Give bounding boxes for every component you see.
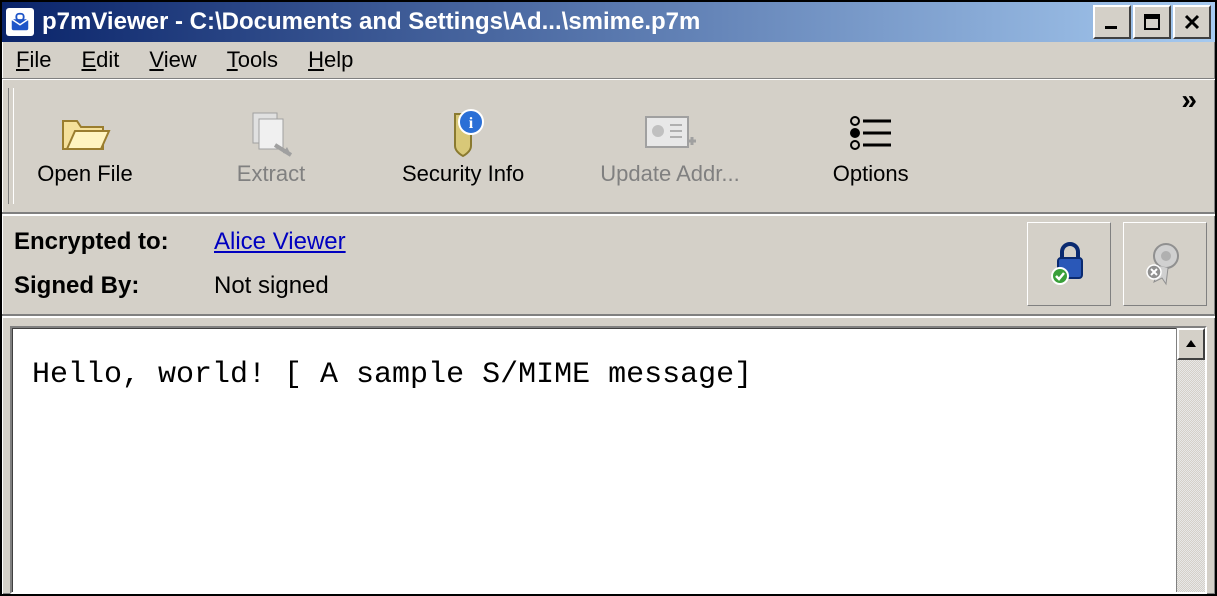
lock-ok-icon: [1044, 236, 1094, 293]
update-addr-button: Update Addr...: [592, 101, 747, 191]
vertical-scrollbar[interactable]: [1176, 328, 1205, 592]
window-title: p7mViewer - C:\Documents and Settings\Ad…: [42, 8, 1093, 36]
message-viewer: Hello, world! [ A sample S/MIME message]: [10, 326, 1207, 594]
options-button[interactable]: Options: [808, 101, 934, 191]
signature-status-button[interactable]: [1123, 222, 1207, 306]
extract-pages-icon: [245, 105, 297, 161]
window-controls: [1093, 5, 1211, 39]
app-window: p7mViewer - C:\Documents and Settings\Ad…: [0, 0, 1217, 596]
lock-mail-icon: [6, 8, 34, 36]
signed-by-value: Not signed: [214, 272, 329, 300]
encrypted-to-label: Encrypted to:: [14, 228, 214, 256]
encrypted-to-link[interactable]: Alice Viewer: [214, 228, 346, 256]
signed-by-label: Signed By:: [14, 272, 214, 300]
toolbar: Open File Extract i Security Info Update…: [2, 79, 1215, 214]
message-body[interactable]: Hello, world! [ A sample S/MIME message]: [12, 328, 1176, 592]
folder-open-icon: [59, 105, 111, 161]
toolbar-label: Extract: [237, 161, 305, 187]
scroll-up-button[interactable]: [1177, 328, 1205, 360]
contact-card-add-icon: [642, 105, 698, 161]
extract-button: Extract: [208, 101, 334, 191]
menu-view[interactable]: View: [143, 45, 202, 75]
toolbar-label: Open File: [37, 161, 132, 187]
open-file-button[interactable]: Open File: [22, 101, 148, 191]
title-bar: p7mViewer - C:\Documents and Settings\Ad…: [2, 2, 1215, 42]
toolbar-label: Options: [833, 161, 909, 187]
toolbar-label: Update Addr...: [600, 161, 739, 187]
security-info-panel: Encrypted to: Alice Viewer Signed By: No…: [2, 214, 1215, 316]
close-button[interactable]: [1173, 5, 1211, 39]
menu-file[interactable]: File: [10, 45, 57, 75]
svg-text:i: i: [469, 115, 474, 132]
toolbar-overflow-button[interactable]: »: [1181, 84, 1205, 116]
minimize-button[interactable]: [1093, 5, 1131, 39]
menu-bar: File Edit View Tools Help: [2, 42, 1215, 79]
ribbon-grey-icon: [1140, 236, 1190, 293]
menu-help[interactable]: Help: [302, 45, 359, 75]
toolbar-grip: [8, 88, 14, 204]
menu-tools[interactable]: Tools: [221, 45, 284, 75]
toolbar-label: Security Info: [402, 161, 524, 187]
scroll-track[interactable]: [1177, 360, 1205, 592]
maximize-button[interactable]: [1133, 5, 1171, 39]
menu-edit[interactable]: Edit: [75, 45, 125, 75]
security-info-button[interactable]: i Security Info: [394, 101, 532, 191]
encryption-status-button[interactable]: [1027, 222, 1111, 306]
options-sliders-icon: [847, 105, 895, 161]
shield-info-icon: i: [437, 105, 489, 161]
